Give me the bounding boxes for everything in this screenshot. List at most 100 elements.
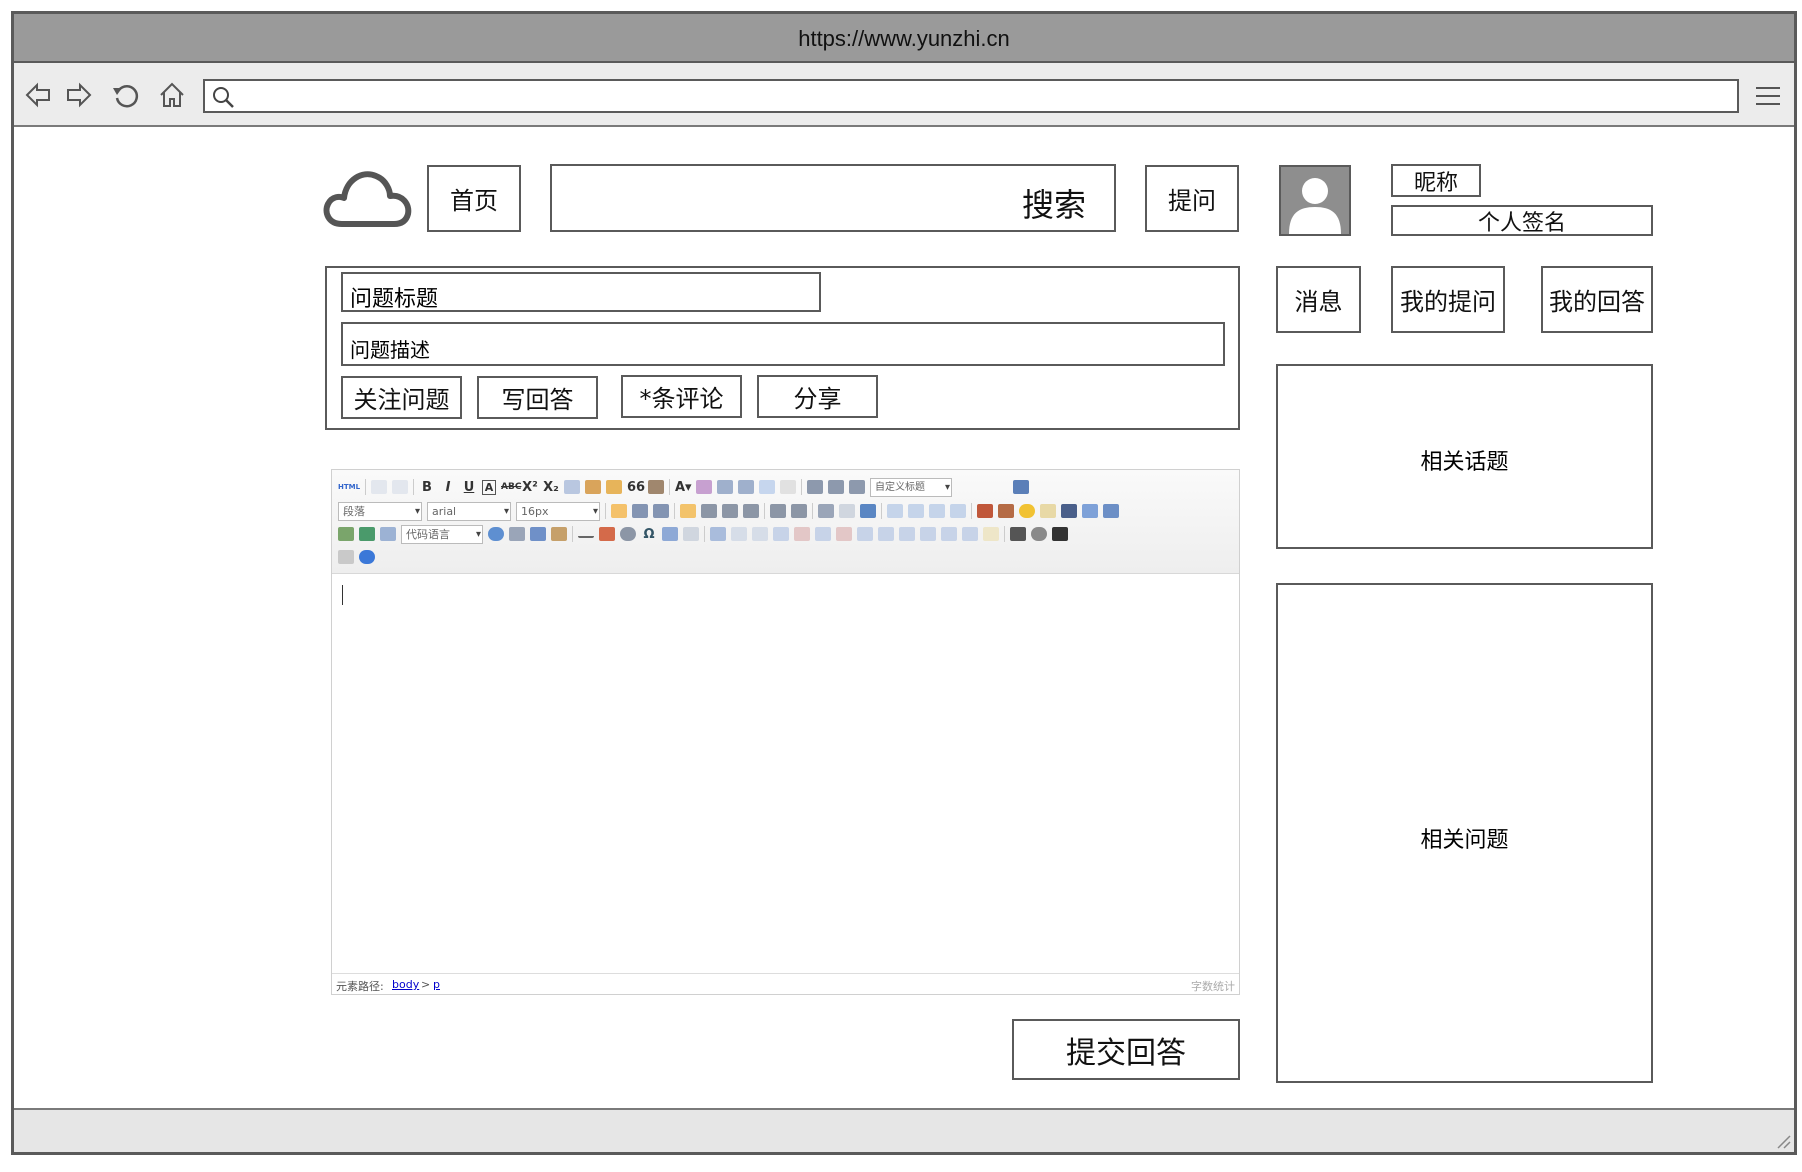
unordered-list-icon[interactable]	[738, 480, 754, 494]
question-title-field[interactable]: 问题标题	[341, 272, 821, 312]
align-justify-icon[interactable]	[743, 504, 759, 518]
follow-question-button[interactable]: 关注问题	[341, 376, 462, 419]
avatar[interactable]	[1279, 165, 1351, 236]
ordered-list-icon[interactable]	[717, 480, 733, 494]
home-icon[interactable]	[158, 81, 186, 109]
web-app-icon[interactable]	[488, 527, 504, 541]
date-icon[interactable]	[599, 527, 615, 541]
link-icon[interactable]	[818, 504, 834, 518]
fullscreen-icon[interactable]	[1013, 480, 1029, 494]
attachment-icon[interactable]	[1103, 504, 1119, 518]
underline-icon[interactable]: U	[461, 480, 477, 495]
search-replace-icon[interactable]	[683, 527, 699, 541]
italic-icon[interactable]: I	[440, 480, 456, 495]
reload-icon[interactable]	[111, 81, 141, 109]
insert-table-icon[interactable]	[710, 527, 726, 541]
menu-icon[interactable]	[1754, 84, 1782, 112]
uppercase-icon[interactable]	[770, 504, 786, 518]
image-none-icon[interactable]	[887, 504, 903, 518]
unlink-icon[interactable]	[839, 504, 855, 518]
write-answer-button[interactable]: 写回答	[477, 376, 598, 419]
home-button[interactable]: 首页	[427, 165, 521, 232]
font-color-icon[interactable]: A▾	[675, 480, 692, 495]
forward-icon[interactable]	[65, 81, 93, 109]
align-right-icon[interactable]	[722, 504, 738, 518]
paste-plain-icon[interactable]	[648, 480, 664, 494]
font-border-icon[interactable]: A	[482, 479, 496, 495]
insert-image-icon[interactable]	[998, 504, 1014, 518]
map-icon[interactable]	[338, 527, 354, 541]
line-height-icon[interactable]	[849, 480, 865, 494]
messages-button[interactable]: 消息	[1276, 266, 1361, 333]
time-icon[interactable]	[620, 527, 636, 541]
element-path-p[interactable]: p	[433, 978, 440, 991]
subscript-icon[interactable]: X₂	[543, 480, 559, 495]
eraser-icon[interactable]	[564, 480, 580, 494]
clear-doc-icon[interactable]	[780, 480, 796, 494]
horizontal-rule-icon[interactable]	[578, 530, 594, 538]
indent-icon[interactable]	[653, 504, 669, 518]
blockquote-icon[interactable]: 66	[627, 480, 645, 495]
row-spacing-bottom-icon[interactable]	[828, 480, 844, 494]
my-questions-button[interactable]: 我的提问	[1391, 266, 1505, 333]
format-brush-icon[interactable]	[585, 480, 601, 494]
split-cells-icon[interactable]	[920, 527, 936, 541]
image-left-icon[interactable]	[908, 504, 924, 518]
redo-icon[interactable]	[392, 480, 408, 494]
ask-button[interactable]: 提问	[1145, 165, 1239, 232]
resize-grip-icon[interactable]	[1774, 1132, 1792, 1154]
image-right-icon[interactable]	[929, 504, 945, 518]
gmap-icon[interactable]	[359, 527, 375, 541]
url-bar[interactable]	[203, 79, 1739, 113]
paragraph-select[interactable]: 段落	[338, 501, 422, 521]
wordimage-icon[interactable]	[662, 527, 678, 541]
insert-col-icon[interactable]	[815, 527, 831, 541]
highlight-color-icon[interactable]	[696, 480, 712, 494]
charts-icon[interactable]	[983, 527, 999, 541]
merge-down-icon[interactable]	[899, 527, 915, 541]
lowercase-icon[interactable]	[791, 504, 807, 518]
row-spacing-top-icon[interactable]	[807, 480, 823, 494]
custom-heading-select[interactable]: 自定义标题	[870, 477, 952, 497]
search-input[interactable]: 搜索	[550, 164, 1116, 232]
select-all-icon[interactable]	[759, 480, 775, 494]
superscript-icon[interactable]: X²	[522, 480, 538, 495]
scrawl-icon[interactable]	[1040, 504, 1056, 518]
insert-paragraph-icon[interactable]	[752, 527, 768, 541]
undo-icon[interactable]	[371, 480, 387, 494]
align-center-icon[interactable]	[701, 504, 717, 518]
delete-table-icon[interactable]	[731, 527, 747, 541]
help-icon[interactable]	[359, 550, 375, 564]
template-icon[interactable]	[551, 527, 567, 541]
font-size-select[interactable]: 16px	[516, 501, 600, 521]
delete-col-icon[interactable]	[836, 527, 852, 541]
element-path-body[interactable]: body	[392, 978, 419, 991]
emotion-icon[interactable]	[1019, 504, 1035, 518]
delete-row-icon[interactable]	[794, 527, 810, 541]
split-rows-icon[interactable]	[941, 527, 957, 541]
bold-icon[interactable]: B	[419, 480, 435, 495]
autotypeset-icon[interactable]	[606, 480, 622, 494]
html-source-button[interactable]: HTML	[338, 483, 360, 491]
insert-row-icon[interactable]	[773, 527, 789, 541]
comments-button[interactable]: *条评论	[621, 375, 742, 418]
direction-rtl-icon[interactable]	[632, 504, 648, 518]
image-center-icon[interactable]	[950, 504, 966, 518]
insert-frame-icon[interactable]	[380, 527, 396, 541]
share-button[interactable]: 分享	[757, 375, 878, 418]
background-icon[interactable]	[530, 527, 546, 541]
page-break-icon[interactable]	[509, 527, 525, 541]
preview-icon[interactable]	[1031, 527, 1047, 541]
direction-ltr-icon[interactable]	[611, 504, 627, 518]
strikethrough-icon[interactable]: ABC	[501, 482, 521, 492]
anchor-icon[interactable]	[860, 504, 876, 518]
font-family-select[interactable]: arial	[427, 501, 511, 521]
code-language-select[interactable]: 代码语言	[401, 524, 483, 544]
merge-cells-icon[interactable]	[857, 527, 873, 541]
simple-upload-icon[interactable]	[977, 504, 993, 518]
drafts-icon[interactable]	[338, 550, 354, 564]
special-chars-icon[interactable]: Ω	[641, 527, 657, 542]
music-icon[interactable]	[1082, 504, 1098, 518]
merge-right-icon[interactable]	[878, 527, 894, 541]
back-icon[interactable]	[24, 81, 52, 109]
